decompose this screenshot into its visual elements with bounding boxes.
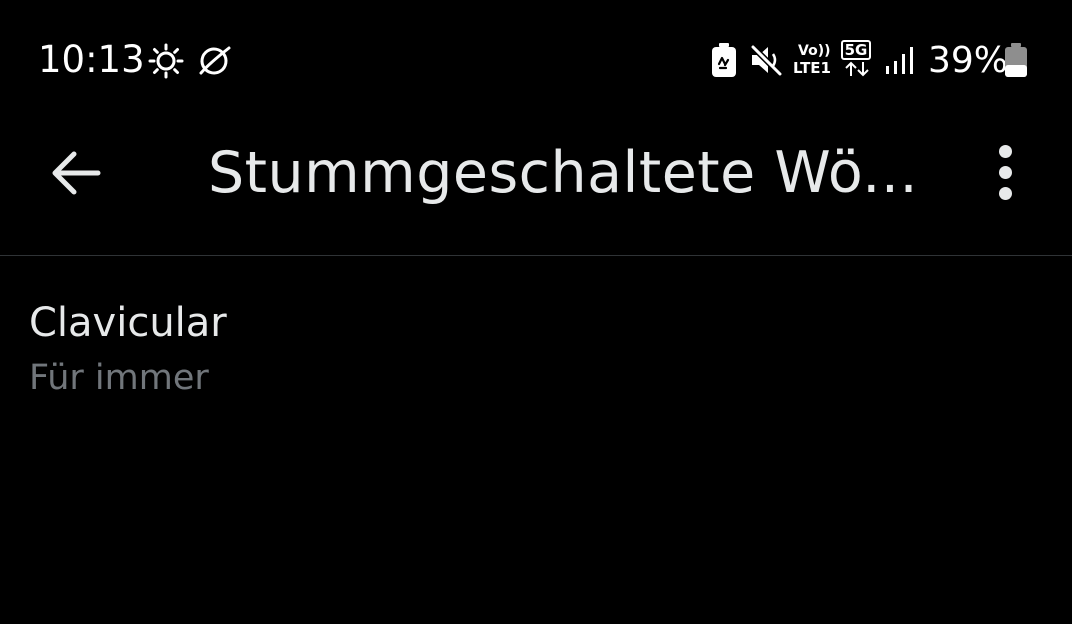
mute-icon bbox=[750, 44, 783, 77]
volte-bottom-label: LTE1 bbox=[793, 59, 831, 77]
more-options-button[interactable] bbox=[986, 140, 1026, 206]
back-button[interactable] bbox=[46, 143, 106, 203]
page-title: Stummgeschaltete Wö... bbox=[208, 140, 919, 206]
5g-label: 5G bbox=[841, 40, 871, 60]
volte-top-label: Vo)) bbox=[798, 43, 831, 59]
status-time: 10:13 bbox=[38, 38, 145, 81]
browser-planet-icon bbox=[199, 46, 231, 75]
battery-percent: 39% bbox=[928, 40, 1009, 81]
arrow-left-icon bbox=[52, 151, 101, 195]
battery-icon bbox=[1005, 43, 1027, 77]
brightness-icon bbox=[148, 43, 184, 79]
more-dot bbox=[999, 145, 1012, 158]
battery-saver-icon bbox=[712, 43, 736, 77]
more-dot bbox=[999, 187, 1012, 200]
more-dot bbox=[999, 166, 1012, 179]
5g-icon: 5G bbox=[840, 40, 874, 78]
signal-icon bbox=[886, 47, 913, 74]
status-bar: 10:13 Vo)) LTE1 5G 39% bbox=[0, 0, 1072, 120]
mute-duration: Für immer bbox=[29, 358, 209, 398]
volte-icon: Vo)) LTE1 bbox=[793, 44, 835, 78]
muted-word: Clavicular bbox=[29, 300, 227, 346]
